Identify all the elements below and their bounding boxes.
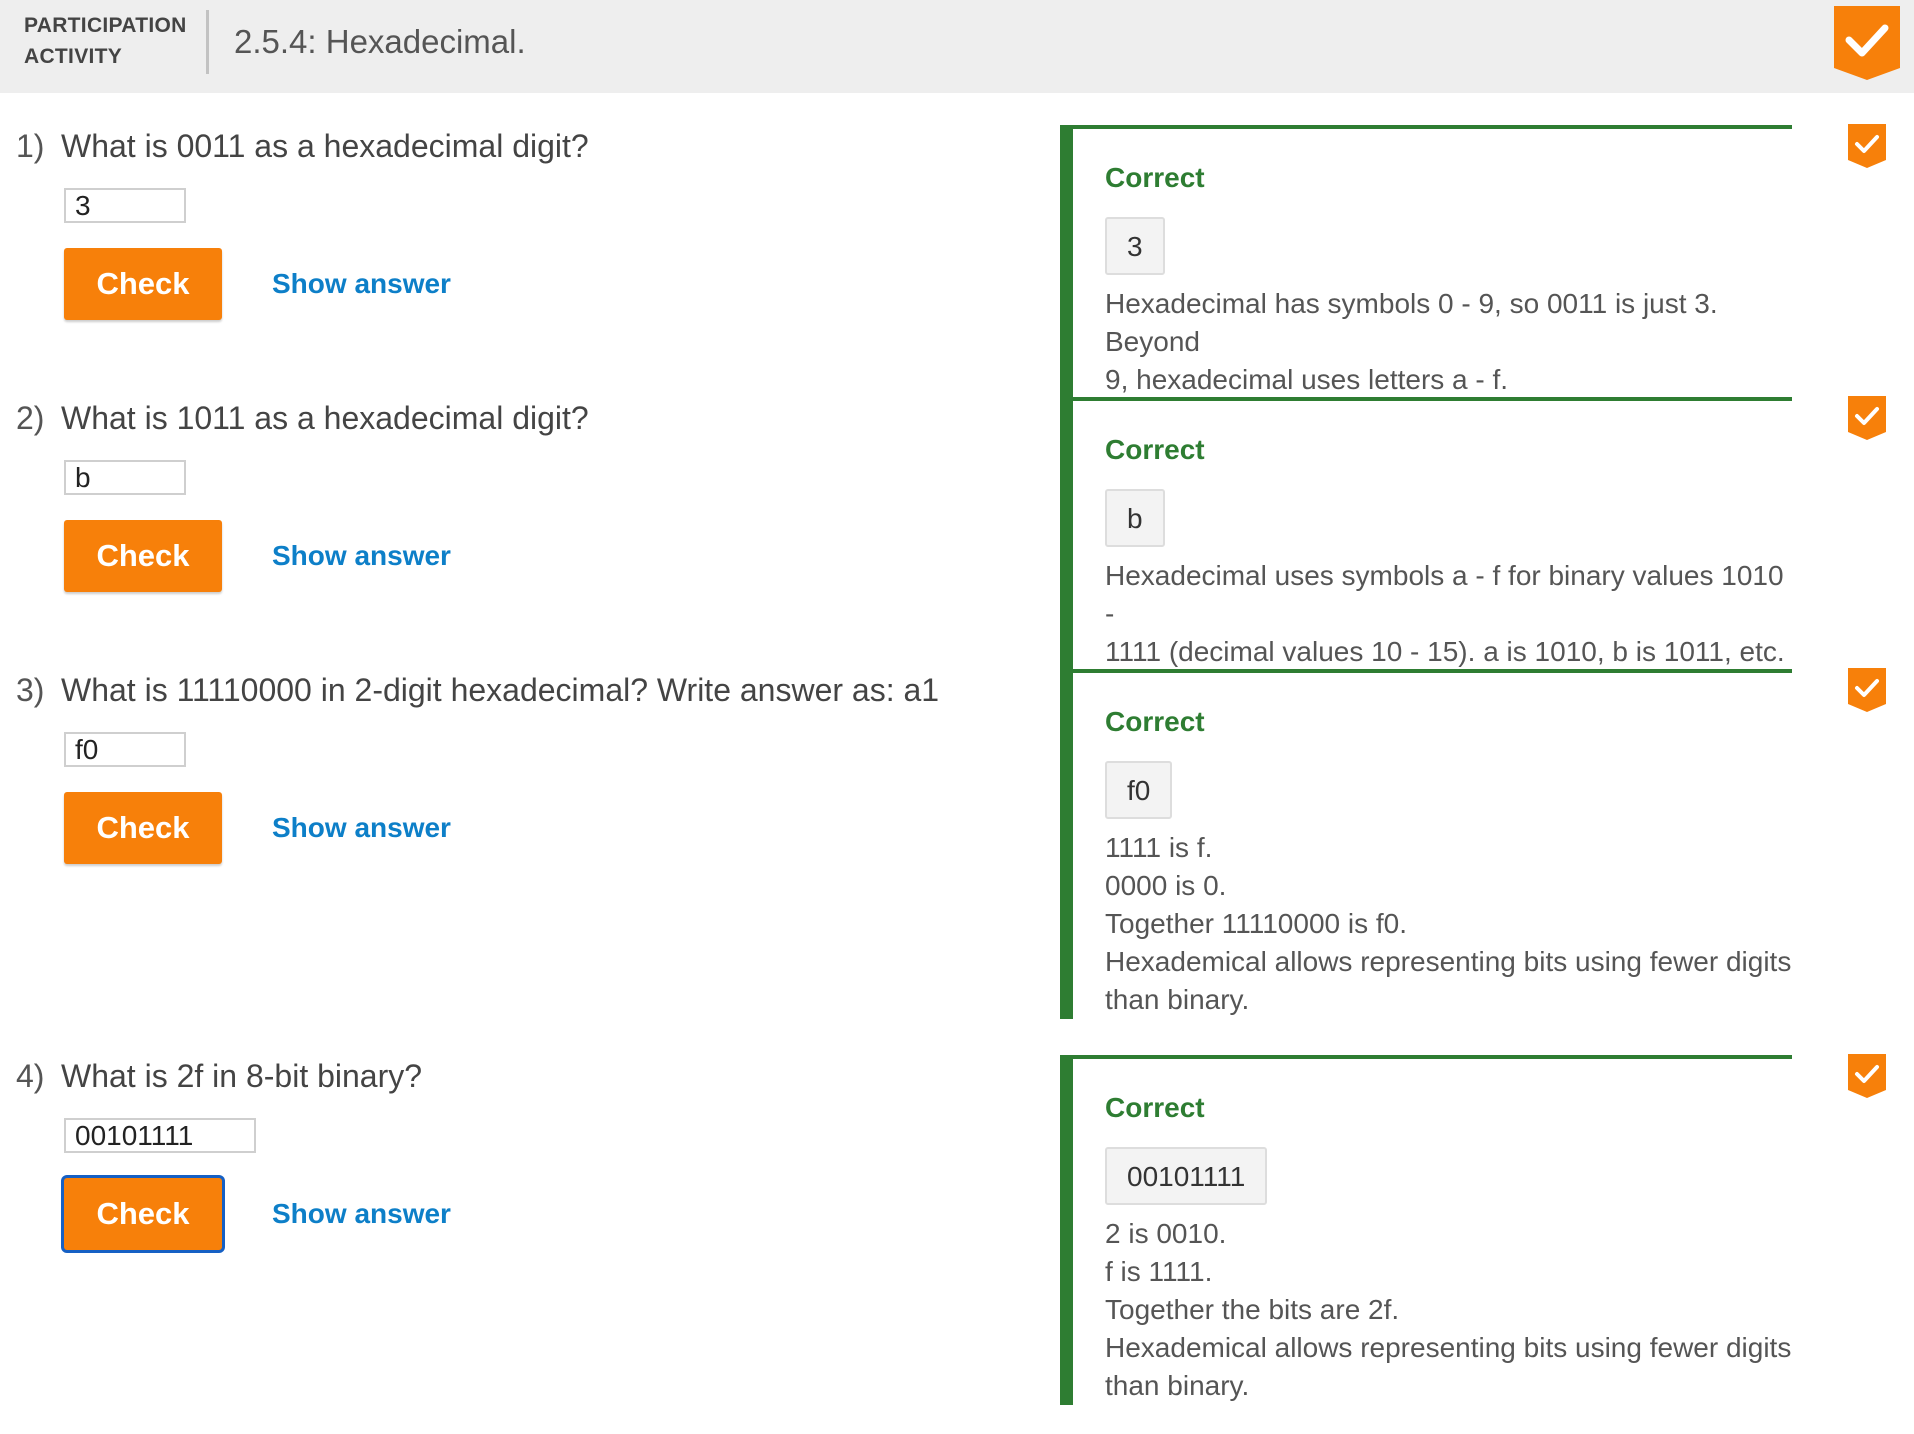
explanation-line: Hexadecimal uses symbols a - f for binar… <box>1105 560 1784 629</box>
question-complete-icon <box>1848 1054 1886 1098</box>
question-number: 1) <box>16 128 45 164</box>
activity-header: PARTICIPATION ACTIVITY 2.5.4: Hexadecima… <box>0 0 1914 93</box>
feedback-answer: b <box>1105 489 1165 547</box>
feedback-panel-4: Correct 00101111 2 is 0010. f is 1111. T… <box>1060 1055 1792 1405</box>
explanation-line: than binary. <box>1105 984 1250 1015</box>
check-button[interactable]: Check <box>64 792 222 864</box>
answer-input[interactable] <box>64 732 186 767</box>
show-answer-link[interactable]: Show answer <box>272 1194 451 1234</box>
question-prompt: What is 11110000 in 2-digit hexadecimal?… <box>61 672 940 708</box>
explanation-line: 1111 is f. <box>1105 832 1213 863</box>
feedback-panel-3: Correct f0 1111 is f. 0000 is 0. Togethe… <box>1060 669 1792 1019</box>
show-answer-link[interactable]: Show answer <box>272 536 451 576</box>
explanation-line: 0000 is 0. <box>1105 870 1227 901</box>
check-button[interactable]: Check <box>64 1178 222 1250</box>
feedback-explanation: Hexadecimal has symbols 0 - 9, so 0011 i… <box>1105 285 1792 399</box>
answer-input[interactable] <box>64 1118 256 1153</box>
feedback-answer: 3 <box>1105 217 1165 275</box>
explanation-line: f is 1111. <box>1105 1256 1213 1287</box>
question-prompt: What is 2f in 8-bit binary? <box>61 1058 423 1094</box>
show-answer-link[interactable]: Show answer <box>272 808 451 848</box>
feedback-panel-1: Correct 3 Hexadecimal has symbols 0 - 9,… <box>1060 125 1792 399</box>
activity-type: PARTICIPATION ACTIVITY <box>24 10 194 72</box>
answer-input[interactable] <box>64 460 186 495</box>
show-answer-link[interactable]: Show answer <box>272 264 451 304</box>
question-number: 4) <box>16 1058 45 1094</box>
checkmark-badge-icon <box>1834 6 1900 80</box>
feedback-panel-2: Correct b Hexadecimal uses symbols a - f… <box>1060 397 1792 671</box>
check-button[interactable]: Check <box>64 520 222 592</box>
explanation-line: Together the bits are 2f. <box>1105 1294 1400 1325</box>
explanation-line: Hexadecimal has symbols 0 - 9, so 0011 i… <box>1105 288 1718 357</box>
explanation-line: Together 11110000 is f0. <box>1105 908 1407 939</box>
answer-input[interactable] <box>64 188 186 223</box>
explanation-line: Hexademical allows representing bits usi… <box>1105 1332 1792 1363</box>
explanation-line: 9, hexadecimal uses letters a - f. <box>1105 364 1509 395</box>
activity-type-line2: ACTIVITY <box>24 45 123 68</box>
feedback-answer: 00101111 <box>1105 1147 1268 1205</box>
feedback-status: Correct <box>1105 1092 1205 1123</box>
explanation-line: than binary. <box>1105 1370 1250 1401</box>
activity-title: 2.5.4: Hexadecimal. <box>234 23 526 60</box>
feedback-explanation: 2 is 0010. f is 1111. Together the bits … <box>1105 1215 1792 1405</box>
question-number: 3) <box>16 672 45 708</box>
question-prompt: What is 1011 as a hexadecimal digit? <box>61 400 589 436</box>
feedback-explanation: Hexadecimal uses symbols a - f for binar… <box>1105 557 1792 671</box>
feedback-status: Correct <box>1105 162 1205 193</box>
check-button[interactable]: Check <box>64 248 222 320</box>
question-complete-icon <box>1848 396 1886 440</box>
question-complete-icon <box>1848 668 1886 712</box>
header-divider <box>206 10 209 74</box>
explanation-line: 1111 (decimal values 10 - 15). a is 1010… <box>1105 636 1785 667</box>
question-complete-icon <box>1848 124 1886 168</box>
question-prompt: What is 0011 as a hexadecimal digit? <box>61 128 589 164</box>
question-number: 2) <box>16 400 45 436</box>
feedback-answer: f0 <box>1105 761 1173 819</box>
explanation-line: 2 is 0010. <box>1105 1218 1227 1249</box>
feedback-status: Correct <box>1105 434 1205 465</box>
activity-type-line1: PARTICIPATION <box>24 14 187 37</box>
feedback-status: Correct <box>1105 706 1205 737</box>
explanation-line: Hexademical allows representing bits usi… <box>1105 946 1792 977</box>
feedback-explanation: 1111 is f. 0000 is 0. Together 11110000 … <box>1105 829 1792 1019</box>
